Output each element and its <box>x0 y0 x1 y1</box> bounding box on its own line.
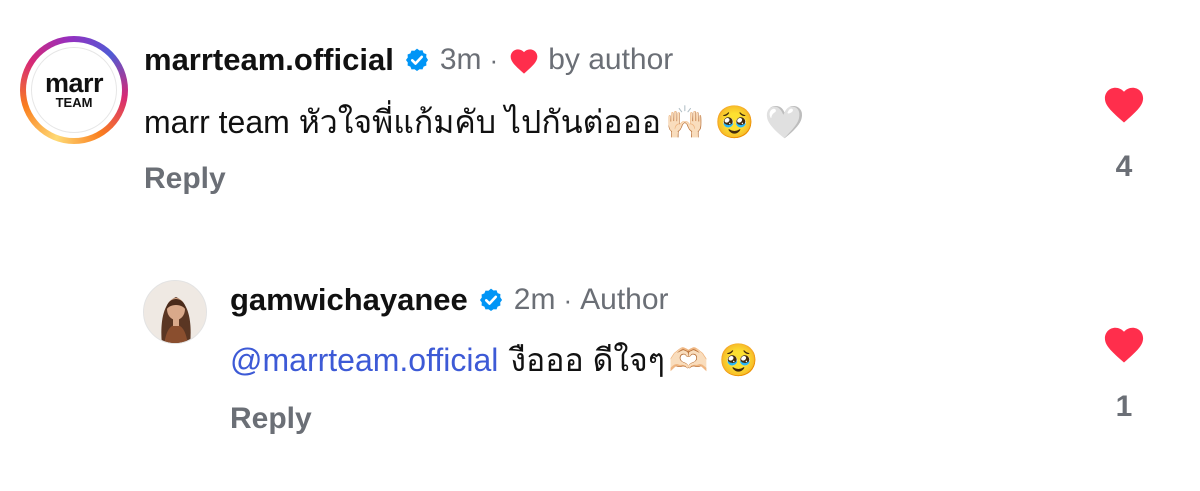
like-heart-icon[interactable] <box>1101 82 1147 124</box>
raising-hands-emoji: 🙌🏻 <box>665 104 705 140</box>
verified-badge-icon <box>479 288 502 312</box>
avatar[interactable] <box>143 280 207 344</box>
comment-time: 3m <box>439 43 482 76</box>
marr-team-logo: marr TEAM <box>31 47 117 133</box>
username[interactable]: gamwichayanee <box>230 282 468 318</box>
comment-text: marr team หัวใจพี่แก้มคับ ไปกันต่อออ 🙌🏻 … <box>144 100 805 144</box>
comment-header: marrteam.official 3m · by author <box>144 40 673 80</box>
like-count[interactable]: 1 <box>1101 390 1147 424</box>
pleading-face-emoji: 🥹 <box>714 104 755 140</box>
like-count[interactable]: 4 <box>1101 150 1147 184</box>
verified-badge-icon <box>405 48 428 72</box>
reply-button[interactable]: Reply <box>230 402 312 436</box>
separator-dot: · <box>563 284 573 315</box>
author-label: Author <box>580 283 669 316</box>
comment: marr TEAM marrteam.official 3m · by auth… <box>0 0 1200 230</box>
profile-photo <box>144 281 206 343</box>
like-heart-icon[interactable] <box>1101 322 1147 364</box>
comment-body: งือออ ดีใจๆ <box>510 341 665 378</box>
white-heart-emoji: 🤍 <box>764 104 805 140</box>
username[interactable]: marrteam.official <box>144 42 394 78</box>
comment-body: marr team หัวใจพี่แก้มคับ ไปกันต่อออ <box>144 103 662 140</box>
mention-link[interactable]: @marrteam.official <box>230 342 498 379</box>
reply-comment: gamwichayanee 2m · Author @marrteam.offi… <box>0 262 1200 491</box>
pleading-face-emoji: 🥹 <box>718 342 759 378</box>
comment-header: gamwichayanee 2m · Author <box>230 280 669 320</box>
separator-dot: · <box>489 44 499 75</box>
logo-text-bottom: TEAM <box>55 94 93 110</box>
reply-button[interactable]: Reply <box>144 162 226 196</box>
avatar[interactable]: marr TEAM <box>20 36 128 144</box>
heart-icon <box>510 49 538 74</box>
comment-text: @marrteam.official งือออ ดีใจๆ 🫶🏻 🥹 <box>230 338 759 382</box>
comment-time: 2m <box>513 283 556 316</box>
heart-hands-emoji: 🫶🏻 <box>668 342 709 378</box>
liked-by-author-label: by author <box>548 43 674 76</box>
logo-text-top: marr <box>44 67 104 98</box>
